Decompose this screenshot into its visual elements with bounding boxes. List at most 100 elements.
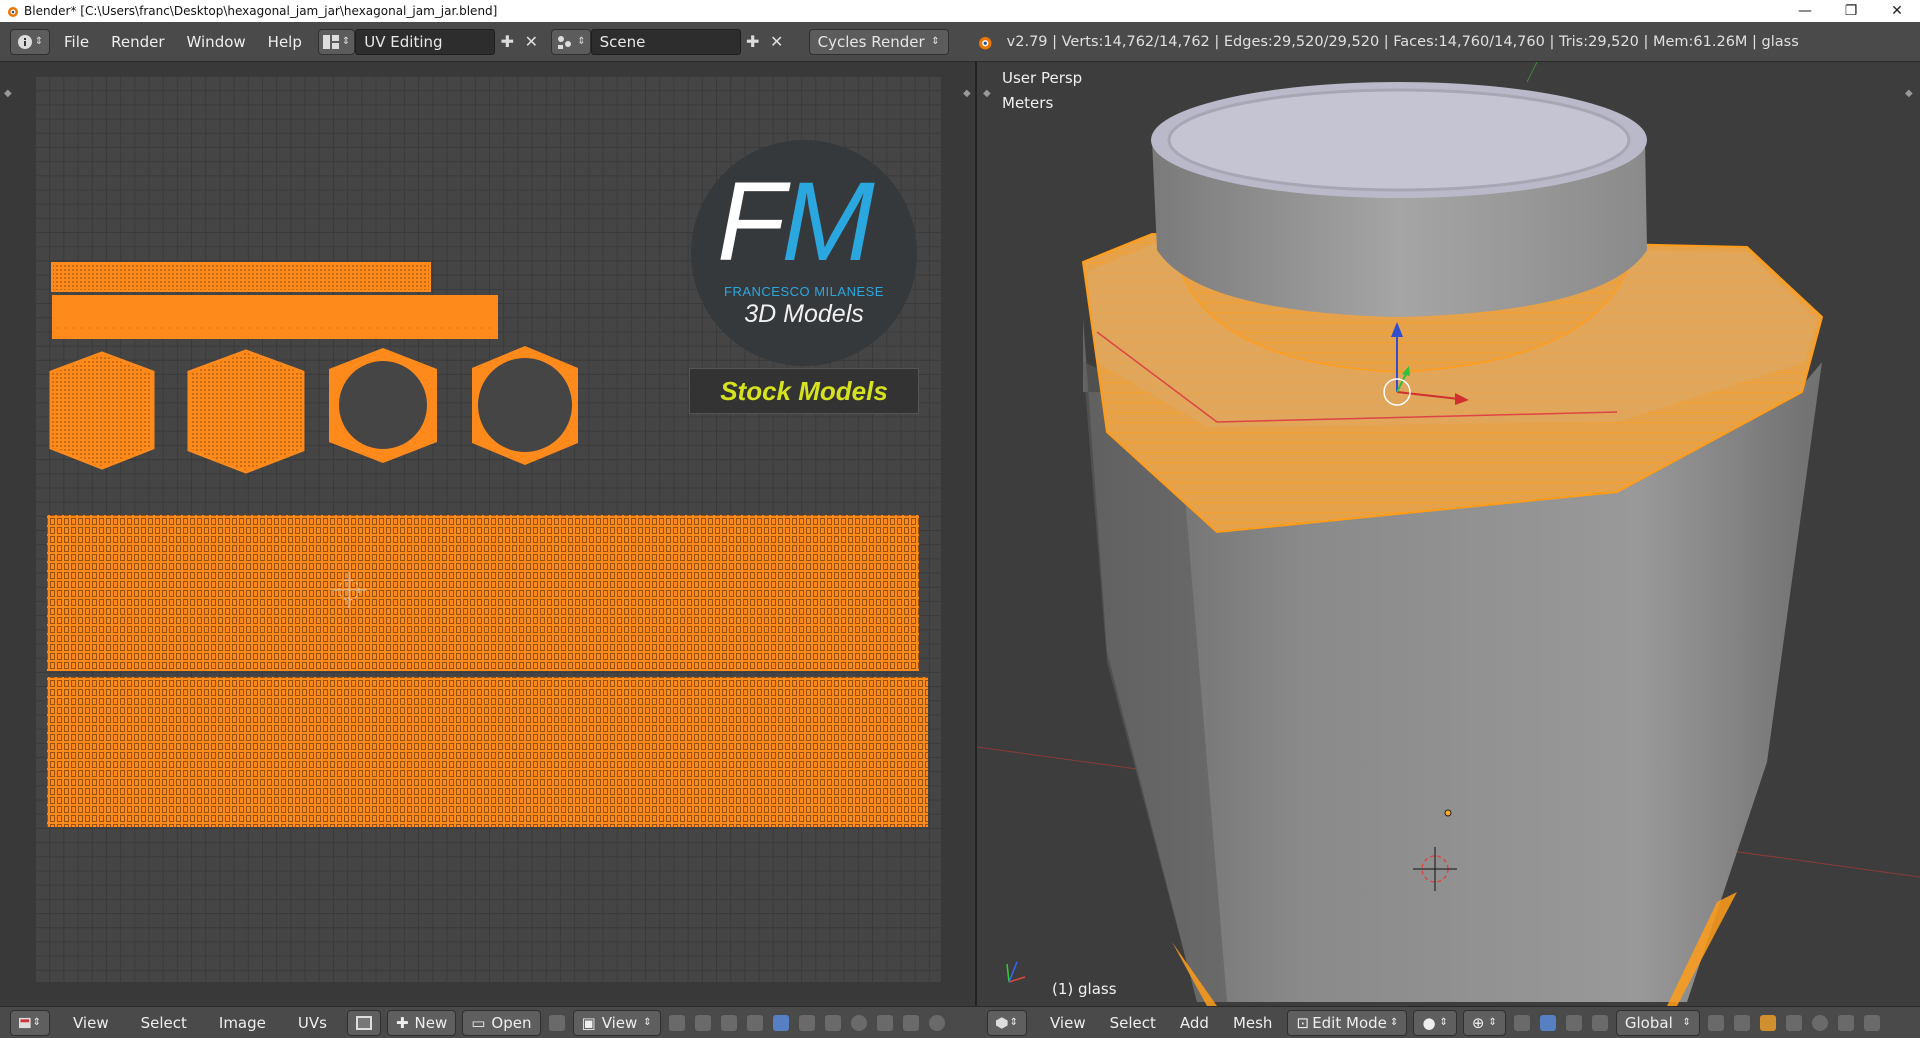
- scene-icon: [558, 35, 572, 49]
- overlay-icon[interactable]: [924, 1011, 950, 1035]
- uv-hexagon-ring-1[interactable]: [329, 348, 437, 463]
- edge-select-icon[interactable]: [742, 1011, 768, 1035]
- limit-selection-icon[interactable]: [1781, 1011, 1807, 1035]
- pivot-icon[interactable]: [664, 1011, 690, 1035]
- sticky-selection-icon[interactable]: [820, 1011, 846, 1035]
- render-engine-dropdown[interactable]: Cycles Render ⇕: [808, 28, 949, 55]
- remove-scene-icon[interactable]: ✕: [765, 30, 789, 54]
- new-image-button[interactable]: ✚ New: [386, 1009, 457, 1036]
- scene-name-field[interactable]: Scene: [590, 28, 741, 55]
- image-editor-icon: [19, 1017, 31, 1028]
- view-name-label: User Persp: [1002, 69, 1083, 87]
- view-mode-label: View: [601, 1013, 638, 1032]
- scene-statistics: v2.79 | Verts:14,762/14,762 | Edges:29,5…: [1006, 33, 1799, 50]
- mini-axes-icon: [1006, 961, 1026, 983]
- uv-hexagon-ring-2[interactable]: [472, 346, 578, 465]
- translate-manipulator-icon[interactable]: [1535, 1011, 1561, 1035]
- region-toggle-right-icon[interactable]: ◆: [963, 88, 971, 99]
- uv-body-strip-upper[interactable]: [47, 515, 919, 671]
- snap-icon[interactable]: [1833, 1011, 1859, 1035]
- updown-arrows-icon: ⇕: [1488, 1017, 1497, 1028]
- uv-canvas[interactable]: FM FRANCESCO MILANESE 3D Models Stock Mo…: [35, 76, 941, 982]
- 3d-view-header: ⇕ View Select Add Mesh ⊡ Edit Mode ⇕ ● ⇕…: [977, 1006, 1920, 1038]
- menu-mesh[interactable]: Mesh: [1221, 1014, 1285, 1032]
- menu-uvs[interactable]: UVs: [286, 1014, 339, 1032]
- proportional-edit-icon[interactable]: [846, 1011, 872, 1035]
- mode-label: Edit Mode: [1312, 1013, 1387, 1032]
- viewport-shading-dropdown[interactable]: ● ⇕: [1413, 1009, 1457, 1036]
- updown-arrows-icon: ⇕: [1682, 1017, 1691, 1028]
- menu-view[interactable]: View: [1038, 1014, 1098, 1032]
- menu-render[interactable]: Render: [103, 29, 172, 55]
- snap-icon[interactable]: [872, 1011, 898, 1035]
- maximize-button[interactable]: ❐: [1828, 0, 1874, 22]
- pivot-point-dropdown[interactable]: ⊕ ⇕: [1462, 1009, 1506, 1036]
- menu-add[interactable]: Add: [1168, 1014, 1221, 1032]
- image-icon: [355, 1015, 372, 1030]
- vertex-select-icon[interactable]: [1703, 1011, 1729, 1035]
- proportional-edit-icon[interactable]: [1807, 1011, 1833, 1035]
- logo-subtitle: 3D Models: [744, 300, 864, 328]
- image-browse-button[interactable]: [346, 1009, 381, 1036]
- region-toggle-left-icon[interactable]: ◆: [4, 88, 12, 99]
- snap-element-icon[interactable]: [898, 1011, 924, 1035]
- edge-select-icon[interactable]: [1729, 1011, 1755, 1035]
- y-axis-line: [1526, 62, 1538, 83]
- add-scene-icon[interactable]: ✚: [741, 30, 765, 54]
- remove-layout-icon[interactable]: ✕: [519, 30, 543, 54]
- updown-arrows-icon: ⇕: [32, 1017, 41, 1028]
- layout-name-field[interactable]: UV Editing: [355, 28, 496, 55]
- close-button[interactable]: ✕: [1874, 0, 1920, 22]
- minimize-button[interactable]: —: [1782, 0, 1828, 22]
- snap-element-icon[interactable]: [1859, 1011, 1885, 1035]
- uv-hexagon-filled-2[interactable]: [187, 349, 305, 474]
- uv-strip-wide[interactable]: [52, 295, 498, 339]
- solid-shading-icon: ●: [1422, 1013, 1436, 1032]
- edit-mode-icon: ⊡: [1296, 1013, 1310, 1032]
- face-select-icon[interactable]: [1755, 1011, 1781, 1035]
- editor-type-selector[interactable]: ⇕: [987, 1009, 1027, 1036]
- scene-selector[interactable]: ⇕: [551, 28, 591, 55]
- editor-type-selector[interactable]: ⇕: [10, 1009, 50, 1036]
- face-select-icon[interactable]: [768, 1011, 794, 1035]
- screen-layout-selector[interactable]: ⇕: [317, 28, 356, 55]
- updown-arrows-icon: ⇕: [341, 36, 351, 47]
- object-origin-dot[interactable]: [1444, 809, 1452, 817]
- menu-window[interactable]: Window: [179, 29, 254, 55]
- pin-icon[interactable]: [544, 1011, 570, 1035]
- interaction-mode-dropdown[interactable]: ⊡ Edit Mode ⇕: [1287, 1009, 1408, 1036]
- blender-logo-icon: [978, 36, 992, 49]
- banner-label: Stock Models: [720, 375, 888, 406]
- view-mode-dropdown[interactable]: ▣ View ⇕: [572, 1009, 661, 1036]
- sync-selection-icon[interactable]: [690, 1011, 716, 1035]
- manipulator-toggle-icon[interactable]: [1509, 1011, 1535, 1035]
- view-mode-icon: ▣: [581, 1013, 596, 1032]
- add-layout-icon[interactable]: ✚: [495, 30, 519, 54]
- folder-icon: ▭: [471, 1013, 486, 1032]
- uv-image-editor[interactable]: ◆ ◆ FM FRANCESCO MILANESE 3D Models Stoc…: [0, 62, 977, 1006]
- menu-file[interactable]: File: [56, 29, 97, 55]
- uv-body-strip-lower[interactable]: [47, 677, 928, 827]
- updown-arrows-icon: ⇕: [1390, 1017, 1399, 1028]
- orientation-label: Global: [1624, 1013, 1673, 1032]
- menu-image[interactable]: Image: [207, 1014, 278, 1032]
- viewport-scene[interactable]: [977, 62, 1920, 1006]
- transform-orientation-dropdown[interactable]: Global ⇕: [1615, 1009, 1700, 1036]
- menu-select[interactable]: Select: [129, 1014, 199, 1032]
- editor-type-info-selector[interactable]: ⇕: [10, 28, 50, 55]
- updown-arrows-icon: ⇕: [643, 1017, 652, 1028]
- layout-grid-icon: [322, 34, 339, 49]
- logo-letter-f: F: [717, 159, 785, 284]
- uv-strip-thin[interactable]: [51, 262, 431, 292]
- island-select-icon[interactable]: [794, 1011, 820, 1035]
- menu-view[interactable]: View: [61, 1014, 121, 1032]
- uv-hexagon-filled-1[interactable]: [49, 351, 155, 470]
- 3d-viewport[interactable]: ◆ ◆ User Persp Meters (1) glass: [977, 62, 1920, 1006]
- menu-select[interactable]: Select: [1098, 1014, 1168, 1032]
- vertex-select-icon[interactable]: [716, 1011, 742, 1035]
- rotate-manipulator-icon[interactable]: [1561, 1011, 1587, 1035]
- scale-manipulator-icon[interactable]: [1587, 1011, 1613, 1035]
- menu-help[interactable]: Help: [260, 29, 310, 55]
- open-image-button[interactable]: ▭ Open: [462, 1009, 541, 1036]
- blender-logo-icon: [8, 7, 18, 17]
